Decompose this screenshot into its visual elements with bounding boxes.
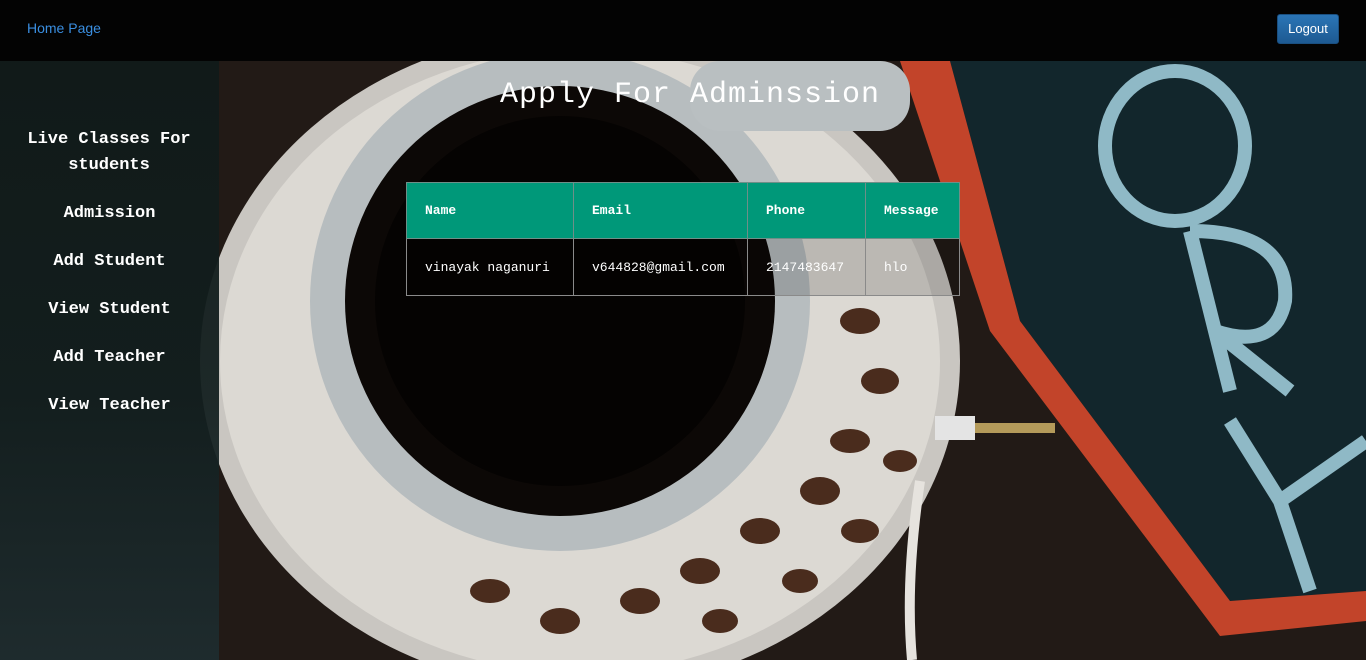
sidebar-item-add-teacher[interactable]: Add Teacher xyxy=(0,345,219,371)
sidebar-menu: Live Classes For students Admission Add … xyxy=(0,127,219,441)
sidebar-item-admission[interactable]: Admission xyxy=(0,201,219,227)
table-row: vinayak naganuri v644828@gmail.com 21474… xyxy=(406,238,960,296)
column-header-message: Message xyxy=(865,182,960,239)
column-header-name: Name xyxy=(406,182,574,239)
page-title: Apply For Adminssion xyxy=(499,78,881,112)
cell-phone: 2147483647 xyxy=(747,238,866,296)
logout-button[interactable]: Logout xyxy=(1277,14,1339,44)
home-page-link[interactable]: Home Page xyxy=(27,20,101,36)
cell-email: v644828@gmail.com xyxy=(573,238,748,296)
table-header-row: Name Email Phone Message xyxy=(406,182,960,239)
sidebar-item-view-teacher[interactable]: View Teacher xyxy=(0,393,219,419)
cell-message: hlo xyxy=(865,238,960,296)
sidebar-item-view-student[interactable]: View Student xyxy=(0,297,219,323)
column-header-phone: Phone xyxy=(747,182,866,239)
top-navbar: Home Page Logout xyxy=(0,0,1366,61)
sidebar-item-add-student[interactable]: Add Student xyxy=(0,249,219,275)
cell-name: vinayak naganuri xyxy=(406,238,574,296)
sidebar: Live Classes For students Admission Add … xyxy=(0,61,219,660)
sidebar-item-live-classes[interactable]: Live Classes For students xyxy=(14,127,204,179)
admission-table: Name Email Phone Message vinayak naganur… xyxy=(406,182,960,296)
column-header-email: Email xyxy=(573,182,748,239)
